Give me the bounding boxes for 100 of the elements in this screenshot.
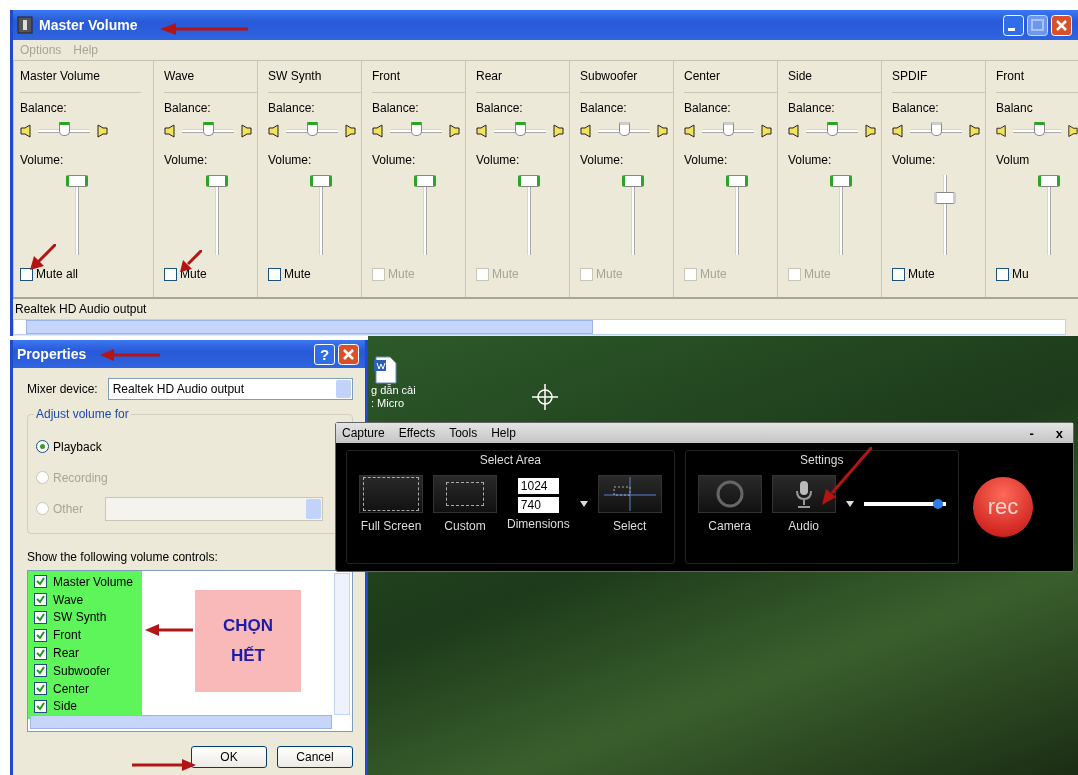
mute-checkbox[interactable]: Mu [996, 267, 1078, 281]
close-icon[interactable] [1051, 14, 1072, 36]
channel-name: Master Volume [20, 69, 141, 93]
minimize-icon[interactable] [1003, 14, 1024, 36]
speaker-icon [20, 124, 32, 138]
speaker-icon [580, 124, 592, 138]
scrollbar[interactable] [13, 319, 1066, 335]
channel-name: Side [788, 69, 881, 93]
speaker-icon [552, 124, 564, 138]
close-icon[interactable] [338, 343, 359, 365]
speaker-icon [864, 124, 876, 138]
volume-label: Volume: [20, 153, 65, 169]
list-label: Show the following volume controls: [27, 550, 219, 564]
channel-name: Front [372, 69, 465, 93]
balance-label: Balance: [268, 101, 316, 117]
maximize-icon [1027, 14, 1048, 36]
speaker-icon [760, 124, 772, 138]
volume-label: Volume: [684, 153, 729, 169]
balance-label: Balance: [892, 101, 940, 117]
speaker-icon [476, 124, 488, 138]
speaker-icon [1066, 124, 1078, 138]
speaker-icon [96, 124, 108, 138]
scrollbar[interactable] [30, 715, 332, 729]
window-title: Master Volume [39, 17, 138, 33]
speaker-icon [448, 124, 460, 138]
volume-label: Volum [996, 153, 1031, 169]
dimensions-label: Dimensions [507, 516, 570, 531]
mixer-dropdown[interactable]: Realtek HD Audio output [107, 378, 353, 400]
control-checkbox[interactable]: Front [34, 626, 81, 645]
control-checkbox[interactable]: Side [34, 697, 78, 716]
close-button[interactable]: x [1051, 425, 1067, 441]
balance-label: Balance: [164, 101, 212, 117]
field-label: Mixer device: [27, 382, 98, 396]
speaker-icon [240, 124, 252, 138]
speaker-icon [268, 124, 280, 138]
mute-checkbox[interactable]: Mute [892, 267, 985, 281]
caret-icon[interactable] [845, 501, 854, 507]
menu-item[interactable]: Tools [449, 426, 478, 440]
channel-name: Center [684, 69, 777, 93]
camera-icon [714, 479, 745, 509]
balance-label: Balanc [996, 101, 1034, 117]
channel-name: Wave [164, 69, 257, 93]
volume-label: Volume: [268, 153, 313, 169]
height-field[interactable]: 740 [517, 496, 559, 513]
speaker-icon [372, 124, 384, 138]
control-checkbox[interactable]: Subwoofer [34, 662, 111, 680]
speaker-box-icon [17, 16, 33, 34]
menu-item[interactable]: Effects [398, 426, 436, 440]
desktop-icon-label: : Micro [371, 397, 404, 410]
mute-checkbox[interactable]: Mute all [20, 267, 153, 281]
status-text: Realtek HD Audio output [14, 301, 148, 318]
volume-label: Volume: [476, 153, 521, 169]
channel-name: Subwoofer [580, 69, 673, 93]
channel-name: SW Synth [268, 69, 361, 93]
speaker-icon [892, 124, 904, 138]
control-checkbox[interactable]: Wave [34, 590, 84, 609]
channel-name: Front [996, 69, 1078, 93]
control-checkbox[interactable]: Center [34, 679, 90, 698]
balance-label: Balance: [372, 101, 420, 117]
menu-item[interactable]: Help [491, 426, 516, 440]
speaker-icon [968, 124, 980, 138]
dashed-frame-icon [446, 482, 484, 506]
crosshair-icon [532, 384, 558, 410]
mute-checkbox[interactable]: Mute [268, 267, 361, 281]
audio-volume-slider[interactable] [863, 499, 946, 509]
control-checkbox[interactable]: Rear [34, 644, 79, 662]
speaker-icon [996, 124, 1008, 138]
desktop-icon-label: g dẫn cài [371, 384, 416, 397]
balance-label: Balance: [476, 101, 524, 117]
balance-label: Balance: [580, 101, 628, 117]
document-icon[interactable] [373, 356, 399, 384]
menu-item[interactable]: Capture [342, 426, 385, 440]
control-checkbox[interactable]: Master Volume [34, 573, 134, 591]
volume-label: Volume: [892, 153, 937, 169]
channel-name: Rear [476, 69, 569, 93]
radio-button[interactable]: Playback [36, 439, 102, 454]
control-checkbox[interactable]: SW Synth [34, 608, 107, 627]
minimize-button[interactable]: - [1025, 425, 1038, 441]
balance-label: Balance: [684, 101, 732, 117]
speaker-icon [656, 124, 668, 138]
width-field[interactable]: 1024 [517, 477, 559, 494]
group-label: Adjust volume for [34, 407, 131, 421]
dialog-button[interactable]: OK [191, 746, 267, 768]
annotation-arrow [132, 759, 196, 771]
help-button[interactable]: ? [314, 343, 335, 365]
dialog-button[interactable]: Cancel [277, 746, 353, 768]
scrollbar[interactable] [334, 573, 350, 715]
balance-label: Balance: [20, 101, 68, 117]
microphone-icon [793, 479, 814, 509]
volume-label: Volume: [788, 153, 833, 169]
volume-label: Volume: [372, 153, 417, 169]
speaker-icon [344, 124, 356, 138]
channel-name: SPDIF [892, 69, 985, 93]
dialog-title: Properties [17, 346, 87, 362]
dashed-frame-icon [363, 477, 419, 511]
speaker-icon [788, 124, 800, 138]
annotation-arrow [30, 244, 56, 270]
annotation-arrow [145, 624, 193, 636]
caret-icon[interactable] [579, 501, 588, 507]
balance-label: Balance: [788, 101, 836, 117]
